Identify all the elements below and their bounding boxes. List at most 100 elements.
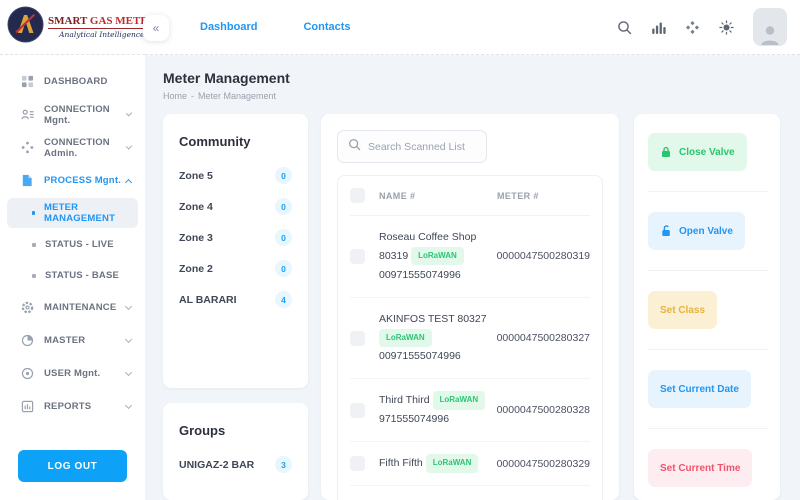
zone-name: Zone 5: [179, 170, 213, 182]
sidebar-item-label: USER Mgnt.: [44, 368, 100, 379]
chevron-up-icon: [125, 178, 132, 185]
row-checkbox[interactable]: [350, 249, 365, 264]
groups-list: UNIGAZ-2 BAR 3: [179, 449, 292, 480]
action-button-label: Open Valve: [679, 226, 733, 237]
sidebar: SMART GAS METER Analytical Intelligence …: [0, 0, 145, 500]
count-badge: 0: [275, 167, 292, 184]
top-nav-dashboard[interactable]: Dashboard: [200, 21, 257, 33]
sidebar-item-meter-management[interactable]: METER MANAGEMENT: [7, 198, 138, 228]
community-item[interactable]: Zone 30: [179, 222, 292, 253]
brightness-icon[interactable]: [719, 20, 734, 35]
brand-logo-icon: [7, 6, 44, 48]
sidebar-item-dashboard[interactable]: DASHBOARD: [0, 65, 145, 98]
chevron-down-icon: [125, 302, 132, 309]
sidebar-item-process-mgnt[interactable]: PROCESS Mgnt.: [0, 164, 145, 197]
set-current-time-button[interactable]: Set Current Time: [648, 449, 752, 487]
phone-number: 00971555074996: [379, 269, 461, 281]
sidebar-item-connection-admin[interactable]: CONNECTION Admin.: [0, 131, 145, 164]
bullet-icon: [32, 211, 35, 215]
sidebar-item-status-live[interactable]: STATUS - LIVE: [0, 229, 145, 260]
count-badge: 0: [275, 260, 292, 277]
divider: [648, 191, 768, 192]
sidebar-item-user-mgnt[interactable]: USER Mgnt.: [0, 357, 145, 390]
sidebar-item-reports[interactable]: REPORTS: [0, 390, 145, 423]
columns: Community Zone 5 0 Zone 4 0 Zone 30 Zone 2 0 AL…: [163, 114, 800, 500]
zone-name: Zone 2: [179, 263, 213, 275]
brand-wordmark: SMART GAS METER Analytical Intelligence: [48, 15, 156, 39]
breadcrumb-home[interactable]: Home: [163, 91, 187, 101]
zone-name: AL BARARI: [179, 294, 237, 306]
open-valve-button[interactable]: Open Valve: [648, 212, 745, 250]
sidebar-item-label: MASTER: [44, 335, 85, 346]
search-box: [337, 130, 487, 163]
top-navigation: Dashboard Contacts: [200, 21, 351, 33]
sidebar-item-label: REPORTS: [44, 401, 91, 412]
chevron-down-icon: [125, 401, 132, 408]
header-icons: [617, 8, 787, 46]
meter-name: AKINFOS TEST 80327: [379, 313, 487, 325]
lock-closed-icon: [660, 146, 672, 158]
top-nav-contacts[interactable]: Contacts: [303, 21, 350, 33]
breadcrumb-separator: -: [191, 91, 194, 101]
action-button-label: Set Class: [660, 305, 705, 316]
divider: [648, 428, 768, 429]
meter-number: 0000047500280319: [497, 250, 590, 262]
sidebar-menu: DASHBOARD CONNECTION Mgnt.CONNECTION Admi…: [0, 55, 145, 438]
groups-panel: Groups UNIGAZ-2 BAR3: [163, 403, 308, 500]
select-all-checkbox[interactable]: [350, 188, 365, 203]
set-class-button[interactable]: Set Class: [648, 291, 717, 329]
row-checkbox[interactable]: [350, 456, 365, 471]
community-list: Zone 5 0 Zone 4 0 Zone 30 Zone 2 0 AL BARARI4: [179, 160, 292, 315]
community-title: Community: [179, 134, 292, 149]
search-icon[interactable]: [617, 20, 632, 35]
sidebar-item-maintenance[interactable]: MAINTENANCE: [0, 291, 145, 324]
community-item[interactable]: Zone 4 0: [179, 191, 292, 222]
zone-name: Zone 3: [179, 232, 213, 244]
count-badge: 0: [275, 198, 292, 215]
sidebar-item-connection-mgnt[interactable]: CONNECTION Mgnt.: [0, 98, 145, 131]
zone-name: UNIGAZ-2 BAR: [179, 459, 254, 471]
user-icon: [20, 367, 44, 381]
row-checkbox[interactable]: [350, 403, 365, 418]
pie-icon: [20, 334, 44, 348]
row-checkbox[interactable]: [350, 331, 365, 346]
dots-icon: [20, 141, 44, 155]
breadcrumb: Home-Meter Management: [163, 91, 800, 101]
community-item[interactable]: Zone 2 0: [179, 253, 292, 284]
sidebar-item-master[interactable]: MASTER: [0, 324, 145, 357]
meter-number: 0000047500280327: [497, 332, 590, 344]
logout-button[interactable]: LOG OUT: [18, 450, 127, 482]
meter-number: 0000047500280329: [497, 458, 590, 470]
sidebar-collapse-button[interactable]: «: [143, 15, 169, 41]
set-current-date-button[interactable]: Set Current Date: [648, 370, 751, 408]
community-panel: Community Zone 5 0 Zone 4 0 Zone 30 Zone 2 0 AL…: [163, 114, 308, 388]
lorawan-badge: LoRaWAN: [411, 247, 464, 265]
sidebar-item-status-base[interactable]: STATUS - BASE: [0, 260, 145, 291]
column-name-header: NAME #: [379, 191, 497, 201]
phone-number: 00971555074996: [379, 350, 461, 362]
phone-number: 971555074996: [379, 413, 449, 425]
action-button-label: Set Current Time: [660, 463, 740, 474]
divider: [648, 270, 768, 271]
action-button-label: Set Current Date: [660, 384, 739, 395]
table-row: AKINFOS TEST 80327 LoRaWAN 0097155507499…: [350, 298, 590, 380]
actions-column: Close Valve Open Valve Set Class Set Curren…: [634, 114, 780, 500]
chevron-down-icon: [125, 335, 132, 342]
divider: [648, 349, 768, 350]
zone-name: Zone 4: [179, 201, 213, 213]
group-item[interactable]: UNIGAZ-2 BAR 3: [179, 449, 292, 480]
community-item[interactable]: Zone 5 0: [179, 160, 292, 191]
user-avatar[interactable]: [753, 8, 787, 46]
apps-icon[interactable]: [685, 20, 700, 35]
close-valve-button[interactable]: Close Valve: [648, 133, 747, 171]
page-title: Meter Management: [163, 70, 800, 86]
grid-icon: [20, 75, 44, 89]
action-button-label: Close Valve: [679, 147, 735, 158]
sidebar-item-label: DASHBOARD: [44, 76, 108, 87]
bar-chart-icon[interactable]: [651, 20, 666, 35]
meter-table: NAME # METER # Roseau Coffee Shop 80319 …: [337, 175, 603, 500]
chevron-down-icon: [125, 368, 132, 375]
community-item[interactable]: AL BARARI4: [179, 284, 292, 315]
search-input[interactable]: [368, 141, 476, 153]
count-badge: 3: [275, 456, 292, 473]
